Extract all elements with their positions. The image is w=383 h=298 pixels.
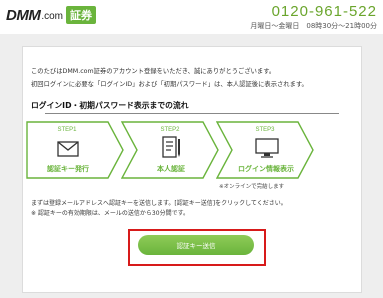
logo-dmm-text: DMM bbox=[6, 6, 41, 24]
step-3: STEP3 ログイン情報表示 bbox=[216, 121, 315, 179]
monitor-icon bbox=[255, 138, 279, 158]
intro-line-1: このたびはDMM.com証券のアカウント登録をいただき、誠にありがとうございます… bbox=[31, 68, 276, 75]
section-title: ログインID・初期パスワード表示までの流れ bbox=[31, 101, 189, 110]
phone-number: 0120-961-522 bbox=[271, 3, 377, 20]
logo-com-text: .com bbox=[41, 11, 63, 22]
envelope-icon bbox=[57, 141, 79, 157]
step-1-name: 認証キー発行 bbox=[47, 165, 89, 173]
dmm-logo[interactable]: DMM .com 証券 bbox=[6, 5, 96, 25]
contact-phone: 0120-961-522 月曜日～金曜日 08時30分～21時00分 bbox=[250, 3, 377, 31]
step-1-label: STEP1 bbox=[57, 127, 77, 133]
desc-line-2: ※ 認証キーの有効期限は、メールの送信から30分間です。 bbox=[31, 210, 189, 217]
step-2-name: 本人認証 bbox=[157, 165, 185, 173]
step-3-name: ログイン情報表示 bbox=[238, 165, 294, 173]
intro-line-2: 初回ログインに必要な「ログインID」および「初期パスワード」は、本人認証後に表示… bbox=[31, 81, 308, 88]
logo-badge: 証券 bbox=[66, 6, 96, 24]
step-1: STEP1 認証キー発行 bbox=[26, 121, 125, 179]
step-2: STEP2 本人認証 bbox=[121, 121, 220, 179]
document-pen-icon bbox=[162, 136, 180, 158]
send-auth-key-button[interactable]: 認証キー送信 bbox=[138, 235, 254, 255]
header: DMM .com 証券 0120-961-522 月曜日～金曜日 08時30分～… bbox=[0, 0, 383, 34]
steps-flow: STEP1 認証キー発行 STEP2 本人認証 STEP3 ログイン情報表示 bbox=[26, 121, 315, 179]
online-note: ※オンラインで完結します bbox=[219, 184, 285, 190]
section-divider bbox=[45, 113, 339, 114]
phone-hours: 月曜日～金曜日 08時30分～21時00分 bbox=[250, 22, 377, 30]
step-3-label: STEP3 bbox=[255, 127, 275, 133]
send-description: まずは登録メールアドレスへ認証キーを送信します。[認証キー送信]をクリックしてく… bbox=[31, 199, 331, 219]
step-2-label: STEP2 bbox=[160, 127, 180, 133]
intro-text: このたびはDMM.com証券のアカウント登録をいただき、誠にありがとうございます… bbox=[31, 66, 331, 90]
desc-line-1: まずは登録メールアドレスへ認証キーを送信します。[認証キー送信]をクリックしてく… bbox=[31, 200, 287, 207]
